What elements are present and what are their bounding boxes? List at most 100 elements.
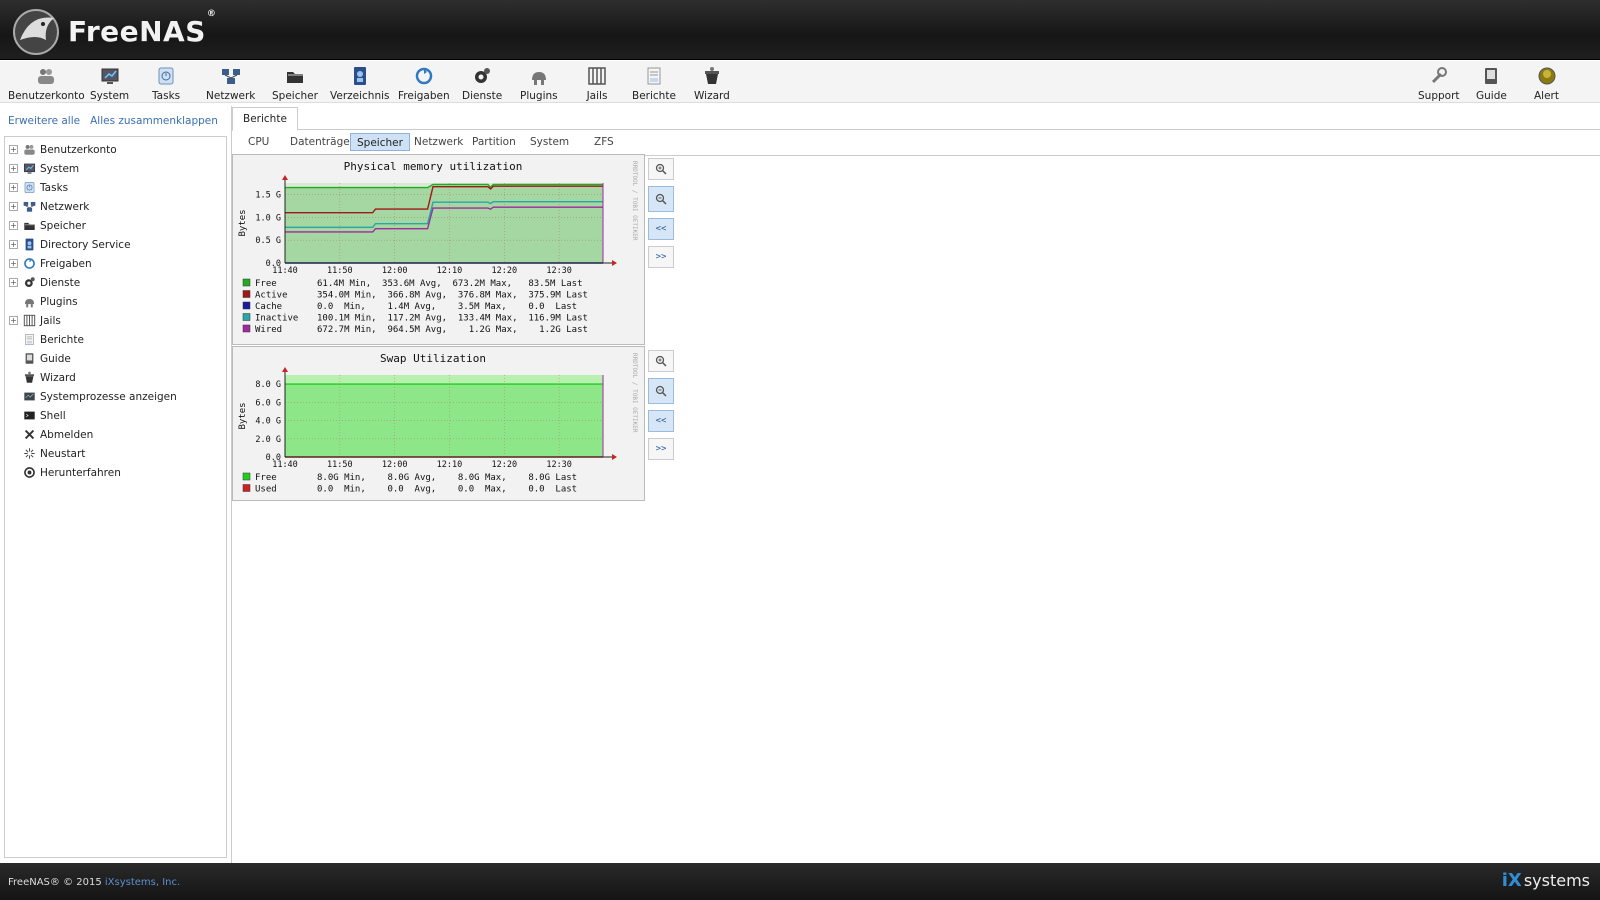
toolbar-label: System <box>90 90 130 102</box>
y-tick-label: 0.5 G <box>255 236 281 246</box>
toolbar-verzeichnis-button[interactable]: Verzeichnis <box>330 61 390 103</box>
expand-toggle[interactable]: + <box>9 202 18 211</box>
sidebar-item-tasks[interactable]: + Tasks <box>5 178 226 197</box>
legend-name: Free <box>255 473 277 483</box>
toolbar-plugins-button[interactable]: Plugins <box>520 61 558 103</box>
sidebar-item-freigaben[interactable]: + Freigaben <box>5 254 226 273</box>
legend-stats: 61.4M Min, 353.6M Avg, 673.2M Max, 83.5M… <box>317 279 583 289</box>
subtab-cpu[interactable]: CPU <box>242 133 275 151</box>
subtab-zfs[interactable]: ZFS <box>588 133 620 151</box>
sidebar-item-abmelden[interactable]: Abmelden <box>5 425 226 444</box>
subtab-system[interactable]: System <box>524 133 575 151</box>
swap-graph: Swap Utilization Bytes RRDTOOL / TOBI OETI… <box>232 346 645 501</box>
sidebar-item-jails[interactable]: + Jails <box>5 311 226 330</box>
sidebar-item-benutzerkonto[interactable]: + Benutzerkonto <box>5 140 226 159</box>
jails-icon <box>586 65 608 87</box>
sidebar-item-speicher[interactable]: + Speicher <box>5 216 226 235</box>
collapse-all-link[interactable]: Alles zusammenklappen <box>90 115 218 127</box>
sidebar-item-shell[interactable]: Shell <box>5 406 226 425</box>
toolbar-freigaben-button[interactable]: Freigaben <box>398 61 450 103</box>
x-tick-label: 12:30 <box>546 266 572 276</box>
zoom-out-button[interactable] <box>648 186 674 212</box>
navigation-tree: + Benutzerkonto + System + Tasks + Netzwerk + Spe… <box>4 136 227 858</box>
toolbar-tasks-button[interactable]: Tasks <box>152 61 180 103</box>
x-axis-arrow <box>612 454 617 460</box>
toolbar-label: Freigaben <box>398 90 450 102</box>
tasks-icon <box>155 65 177 87</box>
expand-toggle[interactable]: + <box>9 316 18 325</box>
copyright-text: FreeNAS® © 2015 iXsystems, Inc. <box>8 877 181 888</box>
sidebar-item-guide[interactable]: Guide <box>5 349 226 368</box>
sidebar-item-directory-service[interactable]: + Directory Service <box>5 235 226 254</box>
toolbar-support-button[interactable]: Support <box>1418 61 1460 103</box>
toolbar-benutzerkonto-button[interactable]: Benutzerkonto <box>8 61 85 103</box>
alert-icon <box>1536 65 1558 87</box>
tab-berichte[interactable]: Berichte <box>232 107 298 131</box>
forward-button[interactable]: >> <box>648 438 674 460</box>
expand-toggle[interactable]: + <box>9 240 18 249</box>
toolbar-guide-button[interactable]: Guide <box>1476 61 1507 103</box>
memory-graph-controls: << >> <box>648 158 676 274</box>
subtab-speicher[interactable]: Speicher <box>350 133 410 151</box>
rrdtool-credit: RRDTOOL / TOBI OETIKER <box>631 353 638 433</box>
sidebar-item-systemprozesse-anzeigen[interactable]: Systemprozesse anzeigen <box>5 387 226 406</box>
expand-toggle[interactable]: + <box>9 183 18 192</box>
expand-toggle[interactable]: + <box>9 259 18 268</box>
toolbar-label: Benutzerkonto <box>8 90 85 102</box>
toolbar-alert-button[interactable]: Alert <box>1534 61 1559 103</box>
sidebar-item-berichte[interactable]: Berichte <box>5 330 226 349</box>
toolbar-jails-button[interactable]: Jails <box>586 61 608 103</box>
expand-toggle[interactable]: + <box>9 145 18 154</box>
legend-stats: 354.0M Min, 366.8M Avg, 376.8M Max, 375.… <box>317 291 588 301</box>
reports-icon <box>23 333 36 346</box>
x-tick-label: 12:10 <box>437 460 463 470</box>
toolbar-wizard-button[interactable]: Wizard <box>694 61 730 103</box>
expand-all-link[interactable]: Erweitere alle <box>8 115 80 127</box>
sidebar-item-label: Jails <box>40 314 61 327</box>
toolbar-system-button[interactable]: System <box>90 61 129 103</box>
sidebar-item-dienste[interactable]: + Dienste <box>5 273 226 292</box>
sidebar-item-label: Wizard <box>40 371 76 384</box>
sidebar-item-neustart[interactable]: Neustart <box>5 444 226 463</box>
sidebar-item-herunterfahren[interactable]: Herunterfahren <box>5 463 226 482</box>
processes-icon <box>23 390 36 403</box>
users-icon <box>23 143 36 156</box>
sidebar: Erweitere alle Alles zusammenklappen + Be… <box>4 110 227 858</box>
toolbar-berichte-button[interactable]: Berichte <box>632 61 676 103</box>
expand-toggle[interactable]: + <box>9 221 18 230</box>
sidebar-item-plugins[interactable]: Plugins <box>5 292 226 311</box>
back-button[interactable]: << <box>648 410 674 432</box>
expand-toggle[interactable]: + <box>9 278 18 287</box>
company-link[interactable]: iXsystems, Inc. <box>105 877 180 888</box>
rrdtool-credit: RRDTOOL / TOBI OETIKER <box>631 161 638 241</box>
zoom-in-button[interactable] <box>648 158 674 180</box>
system-icon <box>99 65 121 87</box>
sidebar-item-wizard[interactable]: Wizard <box>5 368 226 387</box>
freenas-logo[interactable]: FreeNAS® <box>10 6 216 56</box>
magnifier-plus-icon <box>655 355 667 367</box>
services-icon <box>471 65 493 87</box>
sidebar-item-netzwerk[interactable]: + Netzwerk <box>5 197 226 216</box>
toolbar-label: Netzwerk <box>206 90 256 102</box>
sidebar-item-system[interactable]: + System <box>5 159 226 178</box>
subtab-datenträger[interactable]: Datenträger <box>284 133 360 151</box>
forward-button[interactable]: >> <box>648 246 674 268</box>
x-tick-label: 11:40 <box>272 266 298 276</box>
legend-stats: 0.0 Min, 1.4M Avg, 3.5M Max, 0.0 Last <box>317 302 577 312</box>
zoom-in-button[interactable] <box>648 350 674 372</box>
legend-swatch-cache <box>242 301 251 310</box>
toolbar-speicher-button[interactable]: Speicher <box>272 61 318 103</box>
zoom-out-button[interactable] <box>648 378 674 404</box>
y-axis-label: Bytes <box>238 402 248 429</box>
toolbar-label: Plugins <box>520 90 558 102</box>
series-area-free <box>285 384 603 457</box>
directory-icon <box>23 238 36 251</box>
expand-toggle[interactable]: + <box>9 164 18 173</box>
toolbar-dienste-button[interactable]: Dienste <box>462 61 502 103</box>
subtab-netzwerk[interactable]: Netzwerk <box>408 133 469 151</box>
subtab-partition[interactable]: Partition <box>466 133 522 151</box>
x-axis-arrow <box>612 260 617 266</box>
toolbar-label: Dienste <box>462 90 503 102</box>
back-button[interactable]: << <box>648 218 674 240</box>
toolbar-netzwerk-button[interactable]: Netzwerk <box>206 61 255 103</box>
